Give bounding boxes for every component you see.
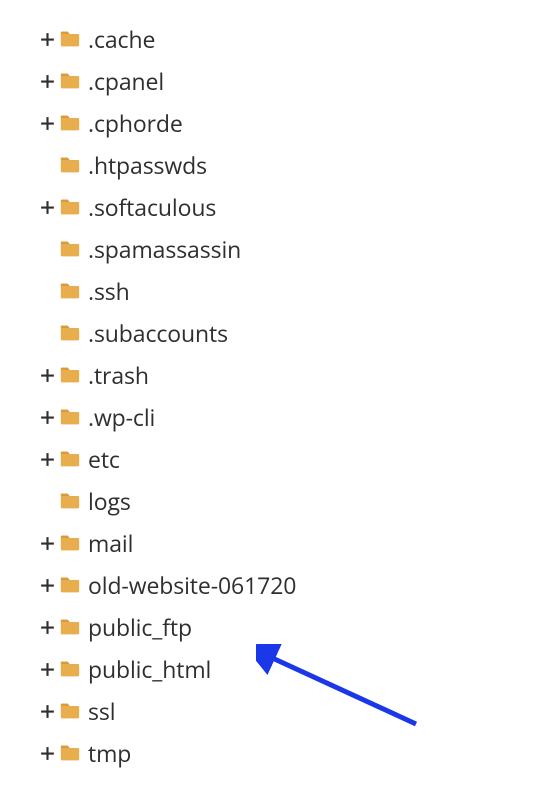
tree-item[interactable]: .softaculous bbox=[0, 186, 558, 228]
expand-icon[interactable] bbox=[36, 535, 58, 552]
folder-tree: .cache .cpanel .cphorde .htpasswds .softacul… bbox=[0, 18, 558, 774]
folder-icon bbox=[58, 364, 82, 386]
folder-icon bbox=[58, 658, 82, 680]
folder-icon bbox=[58, 448, 82, 470]
folder-label: .cphorde bbox=[88, 107, 183, 139]
folder-label: public_html bbox=[88, 653, 211, 685]
expand-icon[interactable] bbox=[36, 115, 58, 132]
expand-icon[interactable] bbox=[36, 367, 58, 384]
tree-item[interactable]: .cpanel bbox=[0, 60, 558, 102]
expand-icon[interactable] bbox=[36, 577, 58, 594]
folder-label: tmp bbox=[88, 737, 131, 769]
tree-item[interactable]: public_ftp bbox=[0, 606, 558, 648]
expand-icon[interactable] bbox=[36, 703, 58, 720]
folder-label: .trash bbox=[88, 359, 149, 391]
expand-icon[interactable] bbox=[36, 451, 58, 468]
folder-label: etc bbox=[88, 443, 120, 475]
tree-item[interactable]: .ssh bbox=[0, 270, 558, 312]
folder-label: logs bbox=[88, 485, 131, 517]
expand-icon[interactable] bbox=[36, 199, 58, 216]
tree-item[interactable]: .spamassassin bbox=[0, 228, 558, 270]
folder-icon bbox=[58, 742, 82, 764]
folder-icon bbox=[58, 490, 82, 512]
tree-item[interactable]: logs bbox=[0, 480, 558, 522]
folder-icon bbox=[58, 532, 82, 554]
folder-label: mail bbox=[88, 527, 133, 559]
tree-item[interactable]: .htpasswds bbox=[0, 144, 558, 186]
folder-label: .spamassassin bbox=[88, 233, 241, 265]
folder-icon bbox=[58, 616, 82, 638]
folder-label: .htpasswds bbox=[88, 149, 207, 181]
tree-item[interactable]: .cache bbox=[0, 18, 558, 60]
folder-icon bbox=[58, 322, 82, 344]
folder-icon bbox=[58, 280, 82, 302]
folder-icon bbox=[58, 238, 82, 260]
tree-item[interactable]: .trash bbox=[0, 354, 558, 396]
tree-item[interactable]: mail bbox=[0, 522, 558, 564]
folder-label: .cpanel bbox=[88, 65, 164, 97]
tree-item[interactable]: .cphorde bbox=[0, 102, 558, 144]
expand-icon[interactable] bbox=[36, 619, 58, 636]
tree-item[interactable]: .wp-cli bbox=[0, 396, 558, 438]
expand-icon[interactable] bbox=[36, 745, 58, 762]
folder-label: old-website-061720 bbox=[88, 569, 296, 601]
tree-item[interactable]: public_html bbox=[0, 648, 558, 690]
tree-item[interactable]: tmp bbox=[0, 732, 558, 774]
folder-icon bbox=[58, 196, 82, 218]
folder-label: .wp-cli bbox=[88, 401, 155, 433]
folder-label: .softaculous bbox=[88, 191, 216, 223]
tree-item[interactable]: ssl bbox=[0, 690, 558, 732]
folder-label: ssl bbox=[88, 695, 115, 727]
folder-icon bbox=[58, 574, 82, 596]
folder-label: .ssh bbox=[88, 275, 130, 307]
tree-item[interactable]: old-website-061720 bbox=[0, 564, 558, 606]
folder-icon bbox=[58, 154, 82, 176]
expand-icon[interactable] bbox=[36, 31, 58, 48]
folder-label: public_ftp bbox=[88, 611, 192, 643]
folder-icon bbox=[58, 700, 82, 722]
tree-item[interactable]: .subaccounts bbox=[0, 312, 558, 354]
folder-icon bbox=[58, 112, 82, 134]
tree-item[interactable]: etc bbox=[0, 438, 558, 480]
folder-icon bbox=[58, 406, 82, 428]
folder-label: .subaccounts bbox=[88, 317, 228, 349]
folder-icon bbox=[58, 70, 82, 92]
folder-icon bbox=[58, 28, 82, 50]
expand-icon[interactable] bbox=[36, 73, 58, 90]
expand-icon[interactable] bbox=[36, 409, 58, 426]
expand-icon[interactable] bbox=[36, 661, 58, 678]
folder-label: .cache bbox=[88, 23, 155, 55]
